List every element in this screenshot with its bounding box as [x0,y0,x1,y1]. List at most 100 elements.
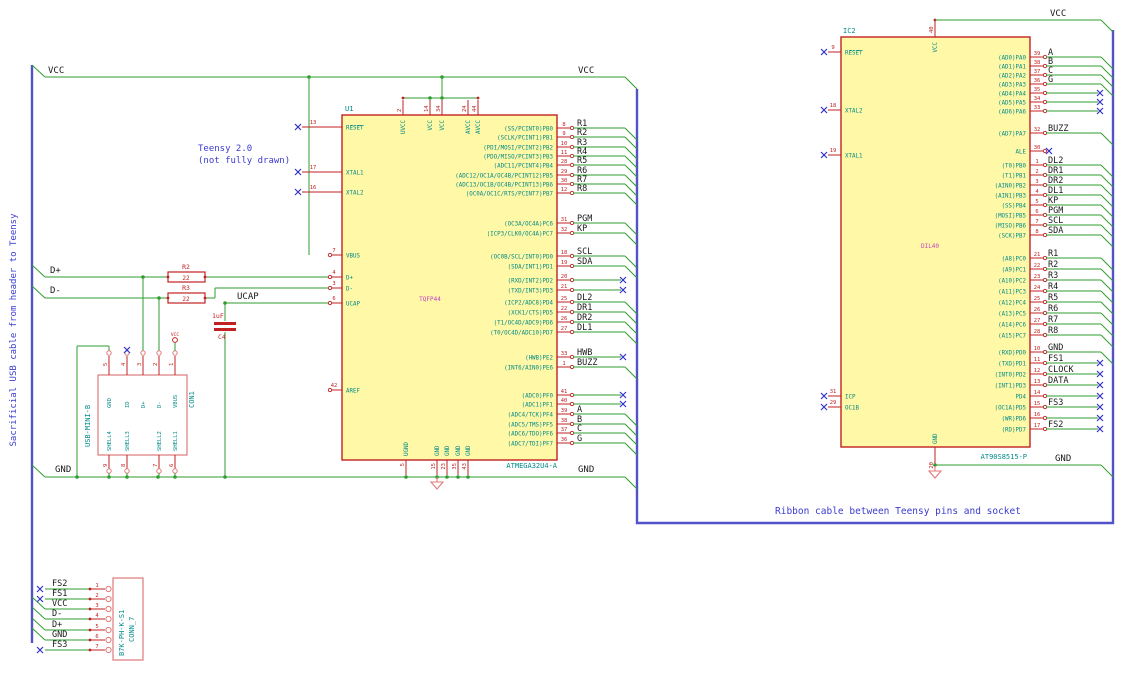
net-label[interactable]: R3 [1048,271,1058,281]
net-label-ucap[interactable]: UCAP [237,292,259,302]
bus-entry[interactable] [31,596,46,610]
net-label[interactable]: DL2 [577,293,592,303]
ic2-ref[interactable]: IC2 [843,27,856,35]
bus-entry[interactable] [624,321,638,335]
u1-ref[interactable]: U1 [345,105,353,113]
con1-ref[interactable]: CON1 [188,391,196,408]
u1-footprint[interactable]: TQFP44 [419,296,441,303]
net-label[interactable]: DR2 [1048,176,1063,186]
conn7-ref[interactable]: CONN_7 [128,617,136,642]
net-label[interactable]: DR1 [1048,166,1063,176]
resistor-value[interactable]: 22 [182,275,190,282]
bus-entry[interactable] [1100,214,1114,228]
bus-entry[interactable] [1100,351,1114,365]
note-teensy[interactable]: (not fully drawn) [198,156,290,166]
bus-entry[interactable] [624,366,638,380]
net-label[interactable]: A [577,405,582,415]
net-label[interactable]: R4 [1048,282,1058,292]
note-teensy[interactable]: Teensy 2.0 [198,144,252,154]
bus-entry[interactable] [624,413,638,427]
bus-entry[interactable] [1100,334,1114,348]
bus-entry[interactable] [624,476,638,490]
net-label-dminus[interactable]: D- [50,286,61,296]
net-label[interactable]: BUZZ [577,358,597,368]
net-label[interactable]: FS3 [52,640,67,650]
schematic-svg[interactable]: VCC VCCD+D-UCAPR222R3221uFC4GND GNDUSB-MIN… [0,0,1131,690]
net-label[interactable]: R5 [1048,293,1058,303]
net-label[interactable]: SDA [577,257,592,267]
net-label[interactable]: GND [52,630,67,640]
bus-entry[interactable] [1100,312,1114,326]
bus-entry[interactable] [31,285,46,299]
net-label[interactable]: R2 [577,128,587,138]
resistor-ref[interactable]: R2 [182,263,190,271]
net-label[interactable]: SCL [577,247,592,257]
net-label-vcc[interactable]: VCC [1050,9,1066,19]
capacitor-plate[interactable] [214,322,236,325]
bus-entry[interactable] [1100,257,1114,271]
net-label-dplus[interactable]: D+ [50,266,61,276]
bus-entry[interactable] [1100,194,1114,208]
u1-part[interactable]: ATMEGA32U4-A [506,462,557,470]
net-label[interactable]: BUZZ [1048,124,1068,134]
net-label[interactable]: FS1 [52,589,67,599]
net-label[interactable]: KP [577,224,587,234]
net-label[interactable]: PGM [577,214,592,224]
net-label[interactable]: DL1 [577,323,592,333]
net-label[interactable]: SDA [1048,226,1063,236]
con1-value[interactable]: USB-MINI-B [84,405,92,447]
bus-entry[interactable] [1100,19,1114,33]
bus-entry[interactable] [1100,290,1114,304]
net-label[interactable]: G [1048,75,1053,85]
net-label[interactable]: R8 [1048,326,1058,336]
net-label[interactable]: KP [1048,196,1058,206]
ic2-footprint[interactable]: DIL40 [921,243,939,250]
note-ribbon-cable[interactable]: Ribbon cable between Teensy pins and soc… [775,506,1021,517]
capacitor-ref[interactable]: C4 [218,333,226,341]
net-label-vcc[interactable]: VCC [578,66,594,76]
net-label-vcc[interactable]: VCC [48,66,64,76]
capacitor-plate[interactable] [214,328,236,331]
bus-entry[interactable] [1100,184,1114,198]
bus-entry[interactable] [624,442,638,456]
bus-entry[interactable] [31,606,46,620]
net-label-gnd[interactable]: GND [1055,454,1071,464]
net-label[interactable]: GND [1048,343,1063,353]
net-label[interactable]: FS3 [1048,398,1063,408]
ic2-part[interactable]: AT90S8515-P [981,453,1027,461]
bus-entry[interactable] [624,311,638,325]
net-label[interactable]: R6 [1048,304,1058,314]
net-label[interactable]: CLOCK [1048,365,1074,375]
net-label[interactable]: FS2 [1048,420,1063,430]
net-label-gnd[interactable]: GND [55,465,71,475]
bus-entry[interactable] [1100,204,1114,218]
bus-entry[interactable] [624,232,638,246]
resistor-ref[interactable]: R3 [182,284,190,292]
net-label[interactable]: R2 [1048,260,1058,270]
net-label[interactable]: DR1 [577,303,592,313]
vcc-power-symbol[interactable] [172,337,178,343]
bus-entry[interactable] [624,265,638,279]
bus-entry[interactable] [1100,268,1114,282]
bus-entry[interactable] [1100,301,1114,315]
net-label-gnd[interactable]: GND [578,465,594,475]
bus-entry[interactable] [31,464,46,478]
bus-entry[interactable] [624,301,638,315]
bus-entry[interactable] [1100,132,1114,146]
bus-entry[interactable] [1100,174,1114,188]
net-label[interactable]: C [577,424,582,434]
net-label[interactable]: R1 [1048,249,1058,259]
net-label[interactable]: FS1 [1048,354,1063,364]
net-label[interactable]: D- [52,609,62,619]
bus-entry[interactable] [31,627,46,641]
bus-entry[interactable] [624,222,638,236]
net-label[interactable]: PGM [1048,206,1063,216]
gnd-power-symbol[interactable] [429,477,445,490]
bus-entry[interactable] [624,255,638,269]
bus-entry[interactable] [1100,234,1114,248]
conn7-value[interactable]: B7K-PH-K-S1 [118,610,126,656]
note-usb-cable[interactable]: Sacrificial USB cable from header to Tee… [9,213,19,447]
bus-entry[interactable] [1100,323,1114,337]
net-label[interactable]: FS2 [52,579,67,589]
net-label[interactable]: R8 [577,184,587,194]
